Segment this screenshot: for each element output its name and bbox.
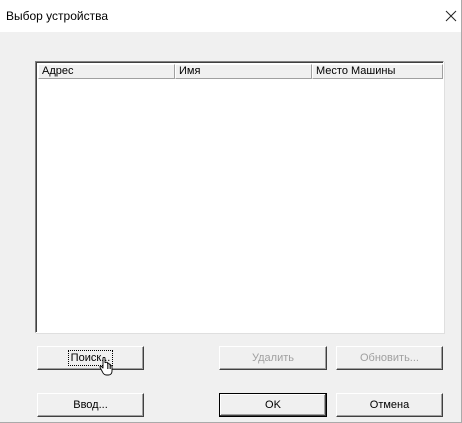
window-title: Выбор устройства [6,9,109,23]
refresh-button[interactable]: Обновить... [336,346,443,370]
delete-button[interactable]: Удалить [219,346,327,370]
cancel-button[interactable]: Отмена [336,393,443,417]
column-header-address[interactable]: Адрес [38,64,175,79]
device-list-header: Адрес Имя Место Машины [38,64,443,79]
close-button[interactable] [442,6,460,26]
close-icon [445,10,457,22]
search-button-label: Поиск... [67,350,114,366]
column-header-name[interactable]: Имя [175,64,312,79]
ok-button[interactable]: OK [219,393,327,417]
title-bar: Выбор устройства [0,0,461,32]
enter-button[interactable]: Ввод... [37,393,144,417]
search-button[interactable]: Поиск... [37,346,144,370]
device-list[interactable]: Адрес Имя Место Машины [35,61,444,333]
column-header-machine-location[interactable]: Место Машины [312,64,443,79]
device-selection-dialog: Выбор устройства Адрес Имя Место Машины … [0,0,462,423]
